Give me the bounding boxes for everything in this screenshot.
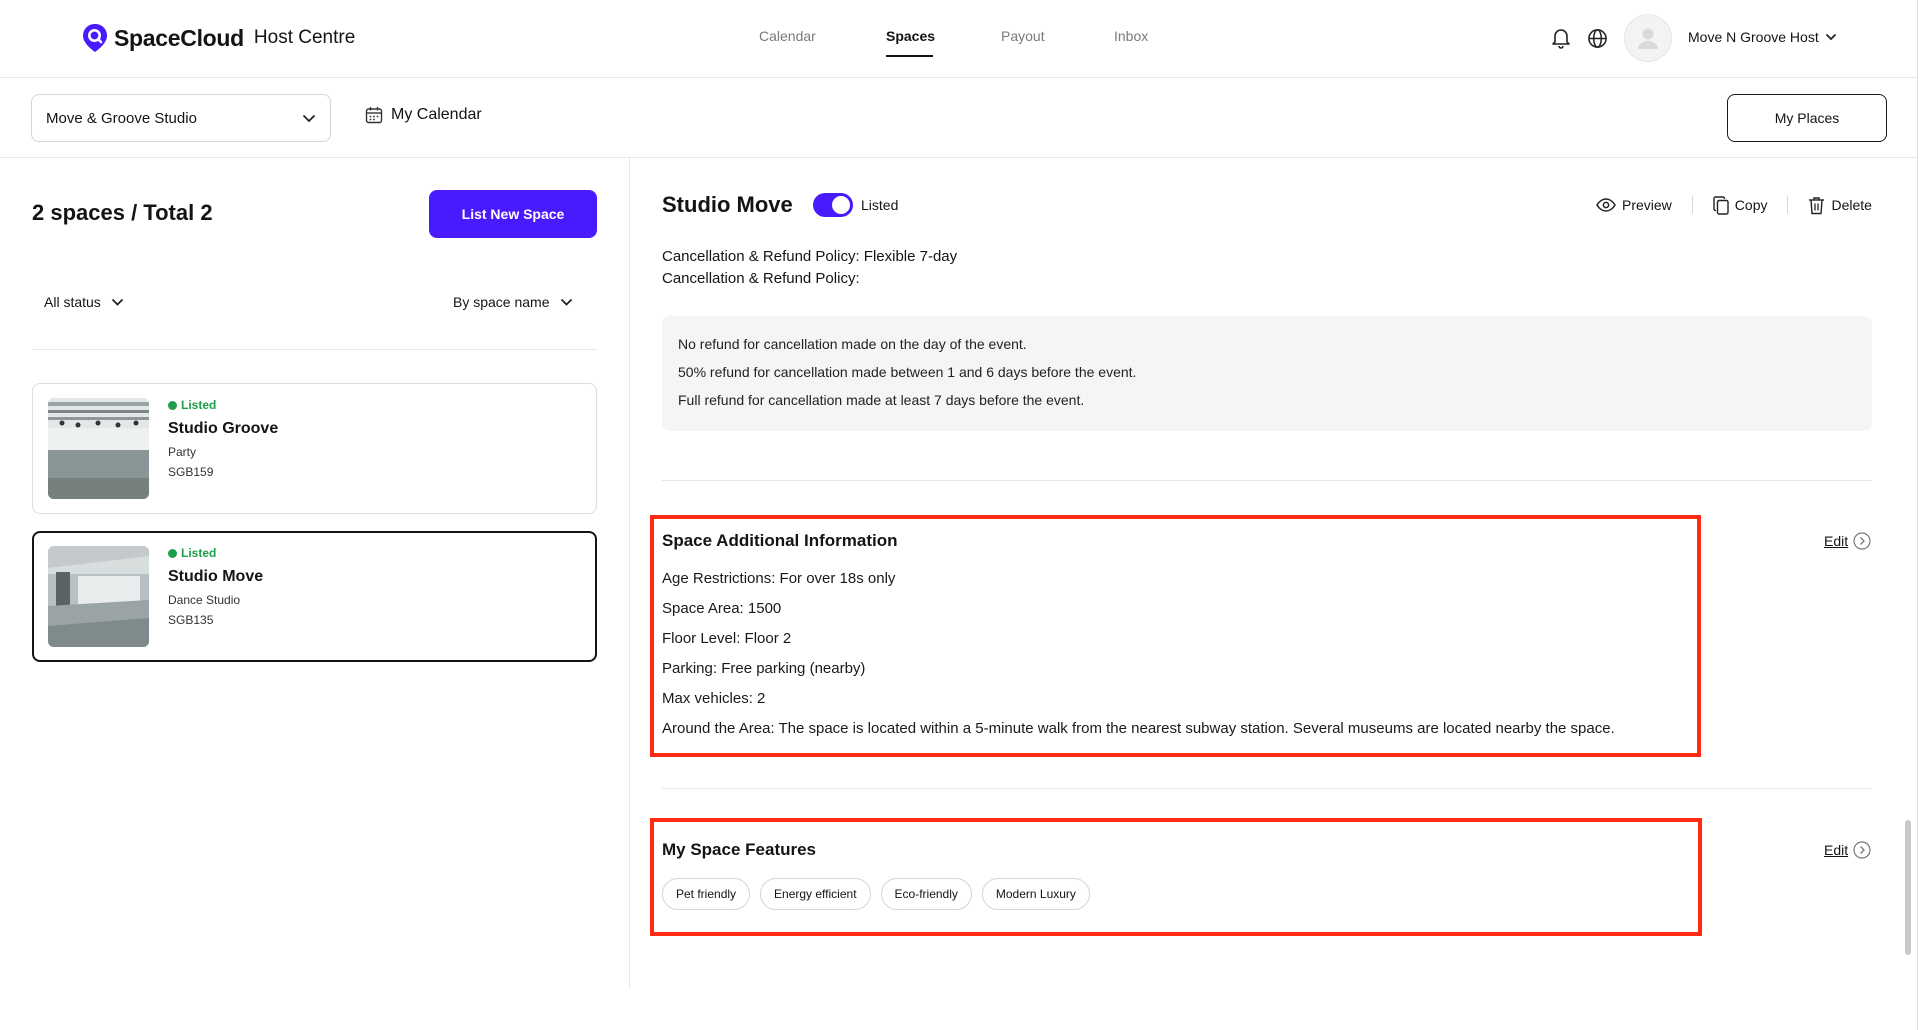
space-type: Party [168,445,197,459]
venue-dropdown-value: Move & Groove Studio [46,109,197,127]
policy-item: Full refund for cancellation made at lea… [678,392,1085,408]
trash-icon [1808,196,1825,215]
feature-chip: Energy efficient [760,878,871,910]
space-code: SGB159 [168,465,214,479]
chevron-down-icon [111,298,124,306]
chevron-down-icon [1825,33,1837,41]
eye-icon [1596,198,1616,212]
info-parking: Parking: Free parking (nearby) [662,660,866,677]
info-around-area: Around the Area: The space is located wi… [662,720,1615,737]
sort-dropdown[interactable]: By space name [453,294,573,310]
space-actions: Preview Copy Delete [1596,193,1872,217]
divider [1787,196,1789,214]
chevron-down-icon [560,298,573,306]
space-title: Studio Move [168,568,264,585]
page-title: Studio Move [662,192,793,217]
space-detail-panel: Studio Move Listed Preview Copy Delete C… [630,158,1917,988]
policy-item: No refund for cancellation made on the d… [678,336,1027,352]
policy-item: 50% refund for cancellation made between… [678,364,1137,380]
top-navigation-bar: SpaceCloud Host Centre Calendar Spaces P… [0,0,1920,78]
feature-chip: Modern Luxury [981,878,1090,910]
sort-label: By space name [453,294,550,310]
copy-button[interactable]: Copy [1713,195,1767,215]
cancellation-policy-type: Cancellation & Refund Policy: Flexible 7… [662,248,958,265]
cancellation-policy-label: Cancellation & Refund Policy: [662,270,860,287]
divider [1691,196,1693,214]
globe-icon[interactable] [1586,27,1608,49]
space-card-studio-groove[interactable]: Listed Studio Groove Party SGB159 [32,383,597,514]
chevron-right-circle-icon [1853,841,1871,859]
avatar[interactable] [1624,14,1672,62]
feature-chip: Eco-friendly [880,878,972,910]
feature-chip: Pet friendly [662,878,751,910]
status-badge: Listed [168,398,278,412]
delete-button[interactable]: Delete [1808,196,1872,215]
venue-dropdown[interactable]: Move & Groove Studio [31,94,331,142]
space-thumbnail [48,546,149,647]
user-menu[interactable]: Move N Groove Host [1688,29,1837,45]
nav-inbox[interactable]: Inbox [1114,28,1148,44]
chevron-right-circle-icon [1853,532,1871,550]
divider [32,349,597,350]
sub-header: Move & Groove Studio My Calendar My Plac… [0,78,1920,158]
nav-payout[interactable]: Payout [1001,28,1045,44]
my-calendar-label: My Calendar [391,106,482,123]
divider [662,788,1872,789]
calendar-icon [365,106,383,124]
list-new-space-button[interactable]: List New Space [429,190,597,238]
status-badge: Listed [168,546,263,560]
cancellation-policy-details: No refund for cancellation made on the d… [662,316,1872,431]
spaces-count-heading: 2 spaces / Total 2 [32,200,213,225]
nav-spaces[interactable]: Spaces [886,28,935,44]
features-chip-list: Pet friendly Energy efficient Eco-friend… [662,878,1090,910]
space-code: SGB135 [168,613,214,627]
listed-toggle-label: Listed [861,197,899,213]
info-max-vehicles: Max vehicles: 2 [662,690,766,707]
divider [662,480,1872,481]
my-places-button[interactable]: My Places [1727,94,1887,142]
user-name-label: Move N Groove Host [1688,29,1819,45]
status-filter-label: All status [44,294,101,310]
copy-icon [1713,195,1729,215]
preview-button[interactable]: Preview [1596,197,1672,213]
features-edit-link[interactable]: Edit [1824,841,1871,859]
my-calendar-link[interactable]: My Calendar [365,106,482,124]
features-title: My Space Features [662,840,817,859]
space-card-studio-move[interactable]: Listed Studio Move Dance Studio SGB135 [32,531,597,662]
active-tab-underline [886,55,933,57]
space-thumbnail [48,398,149,499]
additional-info-title: Space Additional Information [662,531,898,550]
listed-toggle[interactable] [813,193,853,217]
scrollbar-thumb[interactable] [1905,820,1911,955]
status-filter-dropdown[interactable]: All status [44,294,124,310]
bell-icon[interactable] [1550,27,1572,49]
spaces-list-panel: 2 spaces / Total 2 List New Space All st… [0,158,630,988]
info-floor-level: Floor Level: Floor 2 [662,630,792,647]
chevron-down-icon [302,114,316,123]
space-type: Dance Studio [168,593,241,607]
user-silhouette-icon [1638,28,1658,49]
space-title: Studio Groove [168,420,279,437]
info-age-restrictions: Age Restrictions: For over 18s only [662,570,896,587]
info-space-area: Space Area: 1500 [662,600,782,617]
nav-calendar[interactable]: Calendar [759,28,816,44]
additional-info-edit-link[interactable]: Edit [1824,532,1871,550]
